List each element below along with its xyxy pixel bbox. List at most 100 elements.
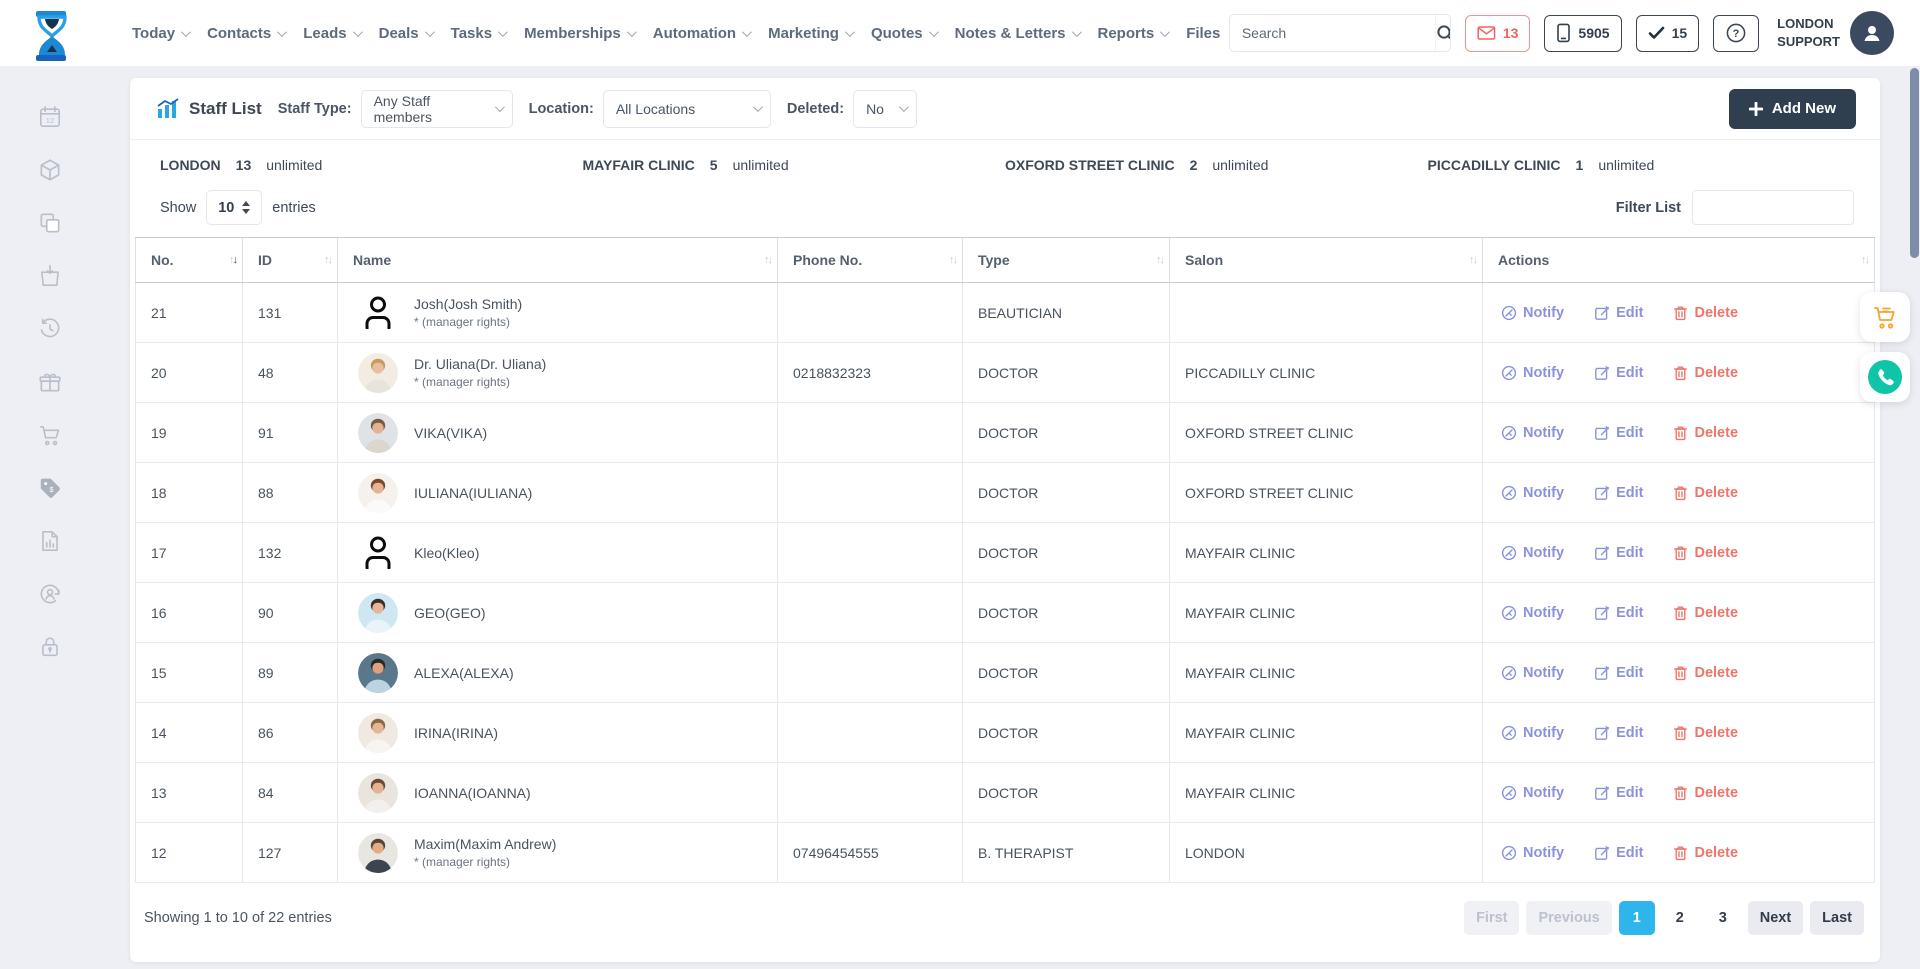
nav-item[interactable]: Notes & Letters [955,25,1079,42]
column-header[interactable]: Name ↑↓ [338,238,778,282]
nav-item[interactable]: Contacts [207,25,284,42]
check-badge[interactable]: 15 [1636,15,1700,52]
notify-button[interactable]: Notify [1501,605,1564,621]
notify-button[interactable]: Notify [1501,665,1564,681]
page-size-select[interactable]: 10 [206,190,262,225]
location-select[interactable]: All Locations [603,90,771,128]
nav-item[interactable]: Files [1186,25,1220,42]
page-title: Staff List [189,99,262,119]
notify-button[interactable]: Notify [1501,365,1564,381]
column-header[interactable]: ID ↑↓ [243,238,338,282]
nav-item[interactable]: Reports [1098,25,1168,42]
delete-button[interactable]: Delete [1673,365,1738,381]
first-page-button[interactable]: First [1464,901,1519,935]
delete-button[interactable]: Delete [1673,545,1738,561]
page-number-button[interactable]: 3 [1705,901,1741,935]
table-row: 13 84 [135,763,1875,823]
floating-cart-button[interactable] [1860,292,1910,342]
floating-phone-button[interactable] [1860,352,1910,402]
column-header[interactable]: No. ↑↓ [135,238,243,282]
account-avatar[interactable] [1850,11,1894,55]
edit-button[interactable]: Edit [1594,665,1643,681]
delete-button[interactable]: Delete [1673,665,1738,681]
lock-icon[interactable] [37,634,63,660]
cell-phone [778,403,963,462]
notify-button[interactable]: Notify [1501,485,1564,501]
column-header[interactable]: Phone No. ↑↓ [778,238,963,282]
column-header[interactable]: Actions ↑↓ [1483,238,1875,282]
cell-type: DOCTOR [963,643,1170,702]
gift-icon[interactable] [37,369,63,395]
help-badge[interactable]: ? [1713,15,1759,52]
page-number-button[interactable]: 1 [1619,901,1655,935]
notify-button[interactable]: Notify [1501,725,1564,741]
pagination: First Previous 1 2 3 Next Last [1464,901,1864,935]
trash-icon [1673,725,1688,741]
delete-button[interactable]: Delete [1673,605,1738,621]
account-menu[interactable]: LONDON SUPPORT [1777,11,1894,55]
edit-button[interactable]: Edit [1594,305,1643,321]
delete-button[interactable]: Delete [1673,725,1738,741]
notify-button[interactable]: Notify [1501,785,1564,801]
price-tag-icon[interactable]: $ [37,475,63,501]
filter-list-input[interactable] [1692,190,1854,225]
account-sync-icon[interactable] [37,581,63,607]
delete-button[interactable]: Delete [1673,845,1738,861]
nav-item[interactable]: Marketing [768,25,852,42]
nav-item[interactable]: Deals [379,25,432,42]
cart-icon[interactable] [37,422,63,448]
edit-button[interactable]: Edit [1594,785,1643,801]
column-header[interactable]: Salon ↑↓ [1170,238,1483,282]
notify-button[interactable]: Notify [1501,425,1564,441]
notify-button[interactable]: Notify [1501,845,1564,861]
search-icon[interactable] [1435,15,1451,51]
nav-item[interactable]: Quotes [871,25,936,42]
delete-button[interactable]: Delete [1673,425,1738,441]
edit-button[interactable]: Edit [1594,485,1643,501]
edit-button[interactable]: Edit [1594,425,1643,441]
edit-button[interactable]: Edit [1594,845,1643,861]
vertical-scrollbar[interactable] [1910,68,1919,258]
deleted-select[interactable]: No [853,90,917,128]
package-icon[interactable] [37,157,63,183]
history-icon[interactable] [37,316,63,342]
cell-actions: Notify Edit [1483,763,1875,822]
column-header[interactable]: Type ↑↓ [963,238,1170,282]
cell-salon: OXFORD STREET CLINIC [1170,463,1483,522]
calendar-icon[interactable]: 12 [37,104,63,130]
mail-badge[interactable]: 13 [1465,15,1531,52]
delete-button[interactable]: Delete [1673,305,1738,321]
edit-button[interactable]: Edit [1594,365,1643,381]
staff-type-select[interactable]: Any Staff members [361,90,513,128]
delete-button[interactable]: Delete [1673,785,1738,801]
delete-button[interactable]: Delete [1673,485,1738,501]
phone-badge[interactable]: 5905 [1544,15,1621,52]
edit-button[interactable]: Edit [1594,545,1643,561]
manager-rights-note: * (manager rights) [414,855,556,869]
nav-item[interactable]: Memberships [524,25,634,42]
edit-button[interactable]: Edit [1594,725,1643,741]
previous-page-button[interactable]: Previous [1526,901,1611,935]
next-page-button[interactable]: Next [1748,901,1803,935]
edit-button[interactable]: Edit [1594,605,1643,621]
nav-item[interactable]: Tasks [451,25,505,42]
cell-name: VIKA(VIKA) [338,403,778,462]
location-name: LONDON [160,157,221,173]
notify-button[interactable]: Notify [1501,305,1564,321]
notify-button[interactable]: Notify [1501,545,1564,561]
report-icon[interactable] [37,528,63,554]
nav-item[interactable]: Leads [303,25,359,42]
nav-item[interactable]: Automation [653,25,749,42]
page-number-button[interactable]: 2 [1662,901,1698,935]
add-new-button[interactable]: Add New [1729,89,1856,129]
cell-id: 127 [243,823,338,882]
bag-download-icon[interactable] [37,263,63,289]
search-input[interactable] [1230,25,1435,41]
person-outline-icon [360,294,396,332]
last-page-button[interactable]: Last [1810,901,1864,935]
copy-icon[interactable] [37,210,63,236]
nav-item[interactable]: Today [132,25,188,42]
plus-icon [1749,102,1763,116]
app-logo-hourglass-icon[interactable] [30,10,74,62]
cell-no: 15 [135,643,243,702]
